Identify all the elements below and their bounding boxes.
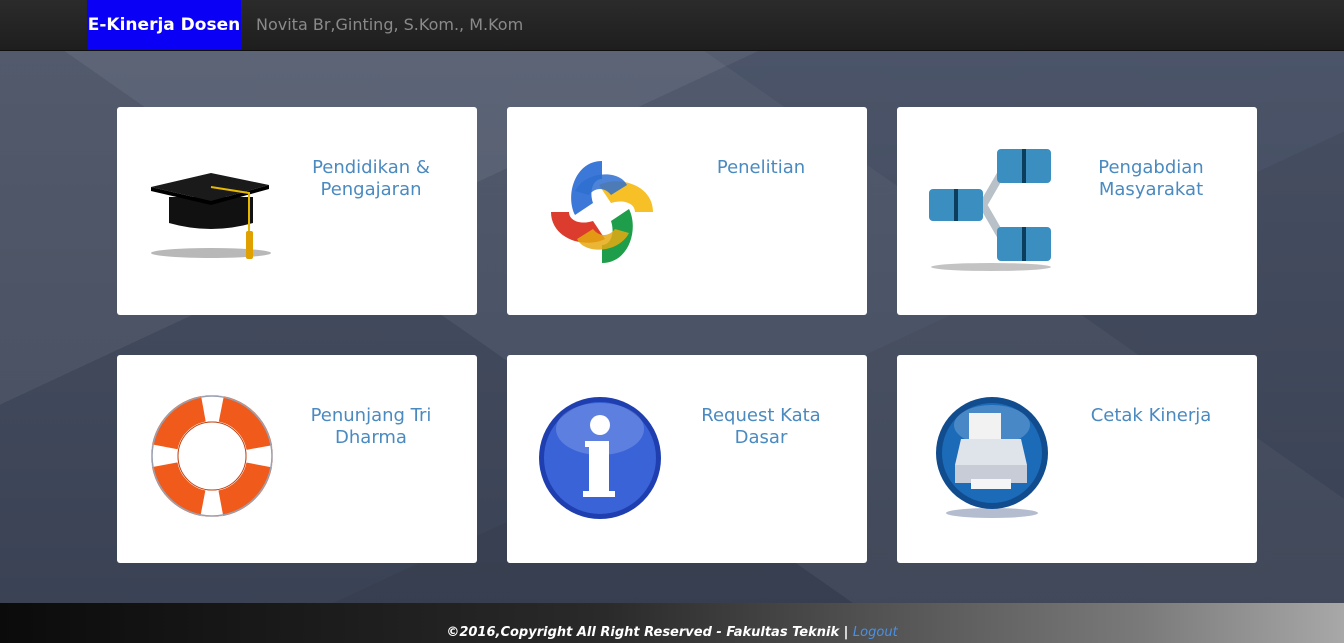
network-diagram-icon <box>929 149 1051 271</box>
logout-link[interactable]: Logout <box>853 625 898 640</box>
menu-card-pendidikan[interactable]: Pendidikan & Pengajaran <box>117 107 477 315</box>
menu-card-penunjang[interactable]: Penunjang Tri Dharma <box>117 355 477 563</box>
card-title: Penelitian <box>716 157 806 178</box>
research-rings-icon <box>551 161 653 263</box>
menu-card-penelitian[interactable]: Penelitian <box>507 107 867 315</box>
menu-card-request-kata-dasar[interactable]: Request Kata Dasar <box>507 355 867 563</box>
card-title: Cetak Kinerja <box>1090 405 1212 426</box>
copyright-text: ©2016,Copyright All Right Reserved - Fak… <box>446 625 840 640</box>
footer: ©2016,Copyright All Right Reserved - Fak… <box>0 603 1344 643</box>
card-title: Pendidikan & Pengajaran <box>312 157 430 200</box>
footer-text: ©2016,Copyright All Right Reserved - Fak… <box>0 625 1344 640</box>
footer-separator: | <box>843 625 849 640</box>
graduation-cap-icon <box>151 173 271 259</box>
card-title: Penunjang Tri Dharma <box>310 405 432 448</box>
card-title: Pengabdian Masyarakat <box>1098 157 1204 200</box>
menu-card-pengabdian[interactable]: Pengabdian Masyarakat <box>897 107 1257 315</box>
card-title: Request Kata Dasar <box>701 405 821 448</box>
lifebuoy-icon <box>151 395 273 517</box>
top-navbar: E-Kinerja Dosen Novita Br,Ginting, S.Kom… <box>0 0 1344 51</box>
brand-link[interactable]: E-Kinerja Dosen <box>87 0 241 50</box>
info-icon <box>539 397 661 519</box>
user-name: Novita Br,Ginting, S.Kom., M.Kom <box>256 15 524 34</box>
menu-card-cetak-kinerja[interactable]: Cetak Kinerja <box>897 355 1257 563</box>
printer-icon <box>936 397 1048 518</box>
